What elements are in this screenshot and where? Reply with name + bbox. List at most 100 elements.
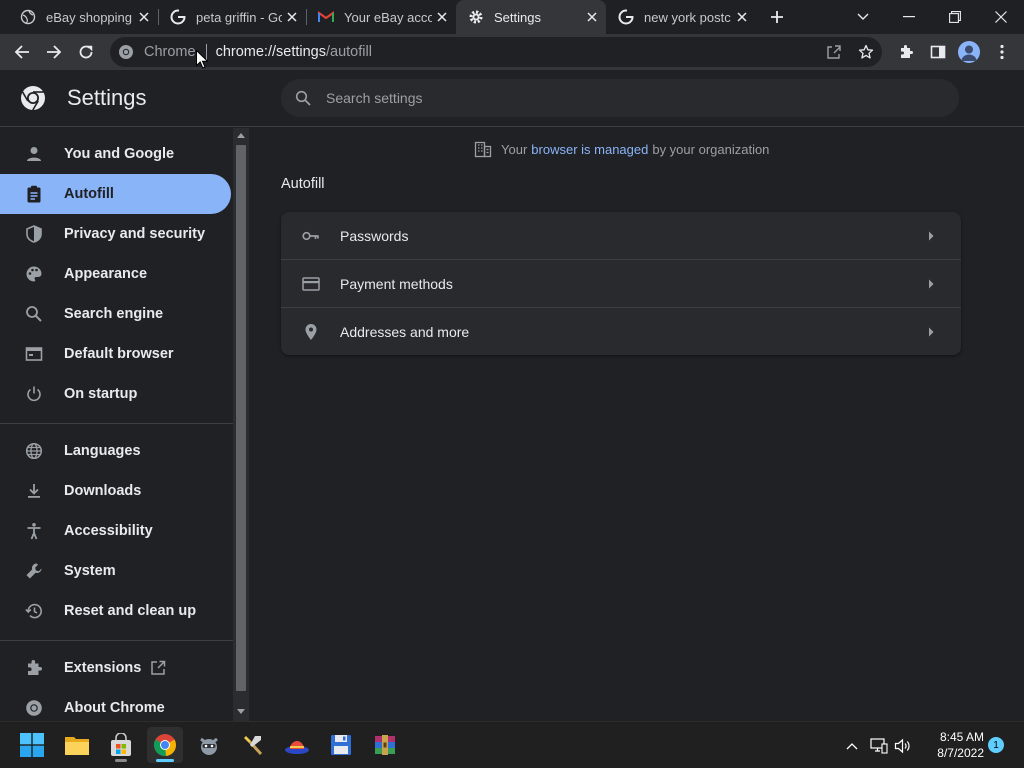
- sidebar-item-default-browser[interactable]: Default browser: [0, 334, 231, 374]
- sidebar-scrollbar[interactable]: [233, 128, 249, 721]
- sidebar-item-label: Accessibility: [64, 523, 153, 539]
- sidebar-divider: [0, 423, 233, 424]
- taskbar-app-hat[interactable]: [279, 727, 315, 763]
- tab-strip: eBay shopping c peta griffin - Go Your e…: [0, 0, 1024, 34]
- minimize-button[interactable]: [886, 0, 932, 34]
- sidebar-item-downloads[interactable]: Downloads: [0, 471, 231, 511]
- minimize-icon: [903, 16, 915, 18]
- site-label: Chrome: [144, 44, 196, 60]
- chevron-down-icon: [857, 13, 869, 20]
- sidebar-item-extensions[interactable]: Extensions: [0, 648, 231, 688]
- sidebar-item-label: Search engine: [64, 306, 164, 322]
- archive-icon: [375, 735, 395, 755]
- row-passwords[interactable]: Passwords: [281, 212, 961, 259]
- url-host: chrome://settings: [215, 44, 326, 60]
- raccoon-icon: [200, 737, 218, 755]
- arrow-right-icon: [929, 231, 934, 240]
- sidebar-item-accessibility[interactable]: Accessibility: [0, 511, 231, 551]
- tab-title: Settings: [494, 9, 541, 25]
- building-icon: [474, 140, 492, 158]
- new-tab-button[interactable]: [766, 6, 788, 28]
- notification-badge[interactable]: 1: [988, 737, 1004, 753]
- sidebar-item-autofill[interactable]: Autofill: [0, 174, 231, 214]
- taskbar-app-tools[interactable]: [235, 727, 271, 763]
- tab-ebay-shopping[interactable]: eBay shopping c: [8, 0, 158, 34]
- reload-icon: [79, 45, 93, 59]
- running-indicator: [115, 759, 127, 762]
- sidebar-item-languages[interactable]: Languages: [0, 431, 231, 471]
- sidebar-item-search-engine[interactable]: Search engine: [0, 294, 231, 334]
- tab-title: Your eBay accou: [344, 9, 432, 25]
- taskbar-file-explorer[interactable]: [59, 727, 95, 763]
- close-icon[interactable]: [582, 7, 602, 27]
- side-panel-button[interactable]: [924, 38, 952, 66]
- sidebar-item-on-startup[interactable]: On startup: [0, 374, 231, 414]
- row-addresses-and-more[interactable]: Addresses and more: [281, 308, 961, 355]
- windows-logo-icon: [20, 733, 44, 757]
- sidebar-item-label: Downloads: [64, 483, 142, 499]
- url-text[interactable]: chrome://settings/autofill: [216, 44, 372, 60]
- share-icon[interactable]: [822, 40, 846, 64]
- profile-avatar[interactable]: [958, 41, 980, 63]
- bookmark-star-icon[interactable]: [854, 40, 878, 64]
- system-clock[interactable]: 8:45 AM 8/7/2022: [918, 729, 984, 761]
- sidebar-item-label: System: [64, 563, 116, 579]
- close-icon[interactable]: [134, 7, 154, 27]
- tab-peta-griffin[interactable]: peta griffin - Go: [158, 0, 306, 34]
- back-button[interactable]: [8, 38, 36, 66]
- volume-icon[interactable]: [893, 736, 913, 756]
- floppy-disk-icon: [331, 735, 351, 755]
- reload-button[interactable]: [72, 38, 100, 66]
- side-panel-icon: [930, 45, 946, 59]
- page-title: Settings: [67, 85, 147, 110]
- close-icon[interactable]: [732, 7, 752, 27]
- taskbar-app-save[interactable]: [323, 727, 359, 763]
- start-button[interactable]: [14, 727, 50, 763]
- menu-button[interactable]: [988, 38, 1016, 66]
- tab-new-york-post[interactable]: new york postc: [606, 0, 756, 34]
- extensions-button[interactable]: [892, 38, 920, 66]
- close-icon[interactable]: [282, 7, 302, 27]
- sidebar-item-privacy-and-security[interactable]: Privacy and security: [0, 214, 231, 254]
- taskbar-chrome[interactable]: [147, 727, 183, 763]
- arrow-right-icon: [929, 327, 934, 336]
- browser-toolbar: Chrome chrome://settings/autofill: [0, 34, 1024, 70]
- mouse-cursor-icon: [196, 50, 208, 69]
- sidebar-item-system[interactable]: System: [0, 551, 231, 591]
- tab-ebay-account[interactable]: Your eBay accou: [306, 0, 456, 34]
- plus-icon: [771, 11, 783, 23]
- taskbar-microsoft-store[interactable]: [103, 727, 139, 763]
- search-settings-input[interactable]: [326, 90, 886, 106]
- sidebar-item-label: About Chrome: [64, 700, 165, 716]
- scroll-up-arrow[interactable]: [237, 133, 245, 138]
- restore-button[interactable]: [932, 0, 978, 34]
- omnibox[interactable]: Chrome chrome://settings/autofill: [110, 37, 882, 67]
- key-icon: [301, 226, 321, 246]
- tab-search-button[interactable]: [840, 0, 886, 34]
- person-icon: [24, 144, 44, 164]
- scrollbar-thumb[interactable]: [236, 145, 246, 691]
- hat-icon: [285, 741, 309, 754]
- browser-managed-link[interactable]: browser is managed: [531, 142, 648, 157]
- settings-search-box[interactable]: [281, 79, 959, 117]
- site-info-chip[interactable]: Chrome: [110, 44, 196, 60]
- sidebar-item-you-and-google[interactable]: You and Google: [0, 134, 231, 174]
- tab-settings[interactable]: Settings: [456, 0, 606, 34]
- taskbar-app-raccoon[interactable]: [191, 727, 227, 763]
- managed-prefix: Your: [501, 141, 528, 157]
- show-hidden-icons-button[interactable]: [842, 736, 862, 756]
- forward-button[interactable]: [40, 38, 68, 66]
- arrow-right-icon: [47, 45, 62, 59]
- row-payment-methods[interactable]: Payment methods: [281, 260, 961, 307]
- taskbar-winrar[interactable]: [367, 727, 403, 763]
- settings-sidebar: You and Google Autofill Privacy and secu…: [0, 128, 233, 728]
- url-path: /autofill: [326, 44, 372, 60]
- network-icon[interactable]: [869, 736, 889, 756]
- scroll-down-arrow[interactable]: [237, 709, 245, 714]
- shield-icon: [24, 224, 44, 244]
- managed-suffix: by your organization: [652, 141, 770, 157]
- close-icon[interactable]: [432, 7, 452, 27]
- sidebar-item-appearance[interactable]: Appearance: [0, 254, 231, 294]
- sidebar-item-reset-and-clean-up[interactable]: Reset and clean up: [0, 591, 231, 631]
- close-window-button[interactable]: [978, 0, 1024, 34]
